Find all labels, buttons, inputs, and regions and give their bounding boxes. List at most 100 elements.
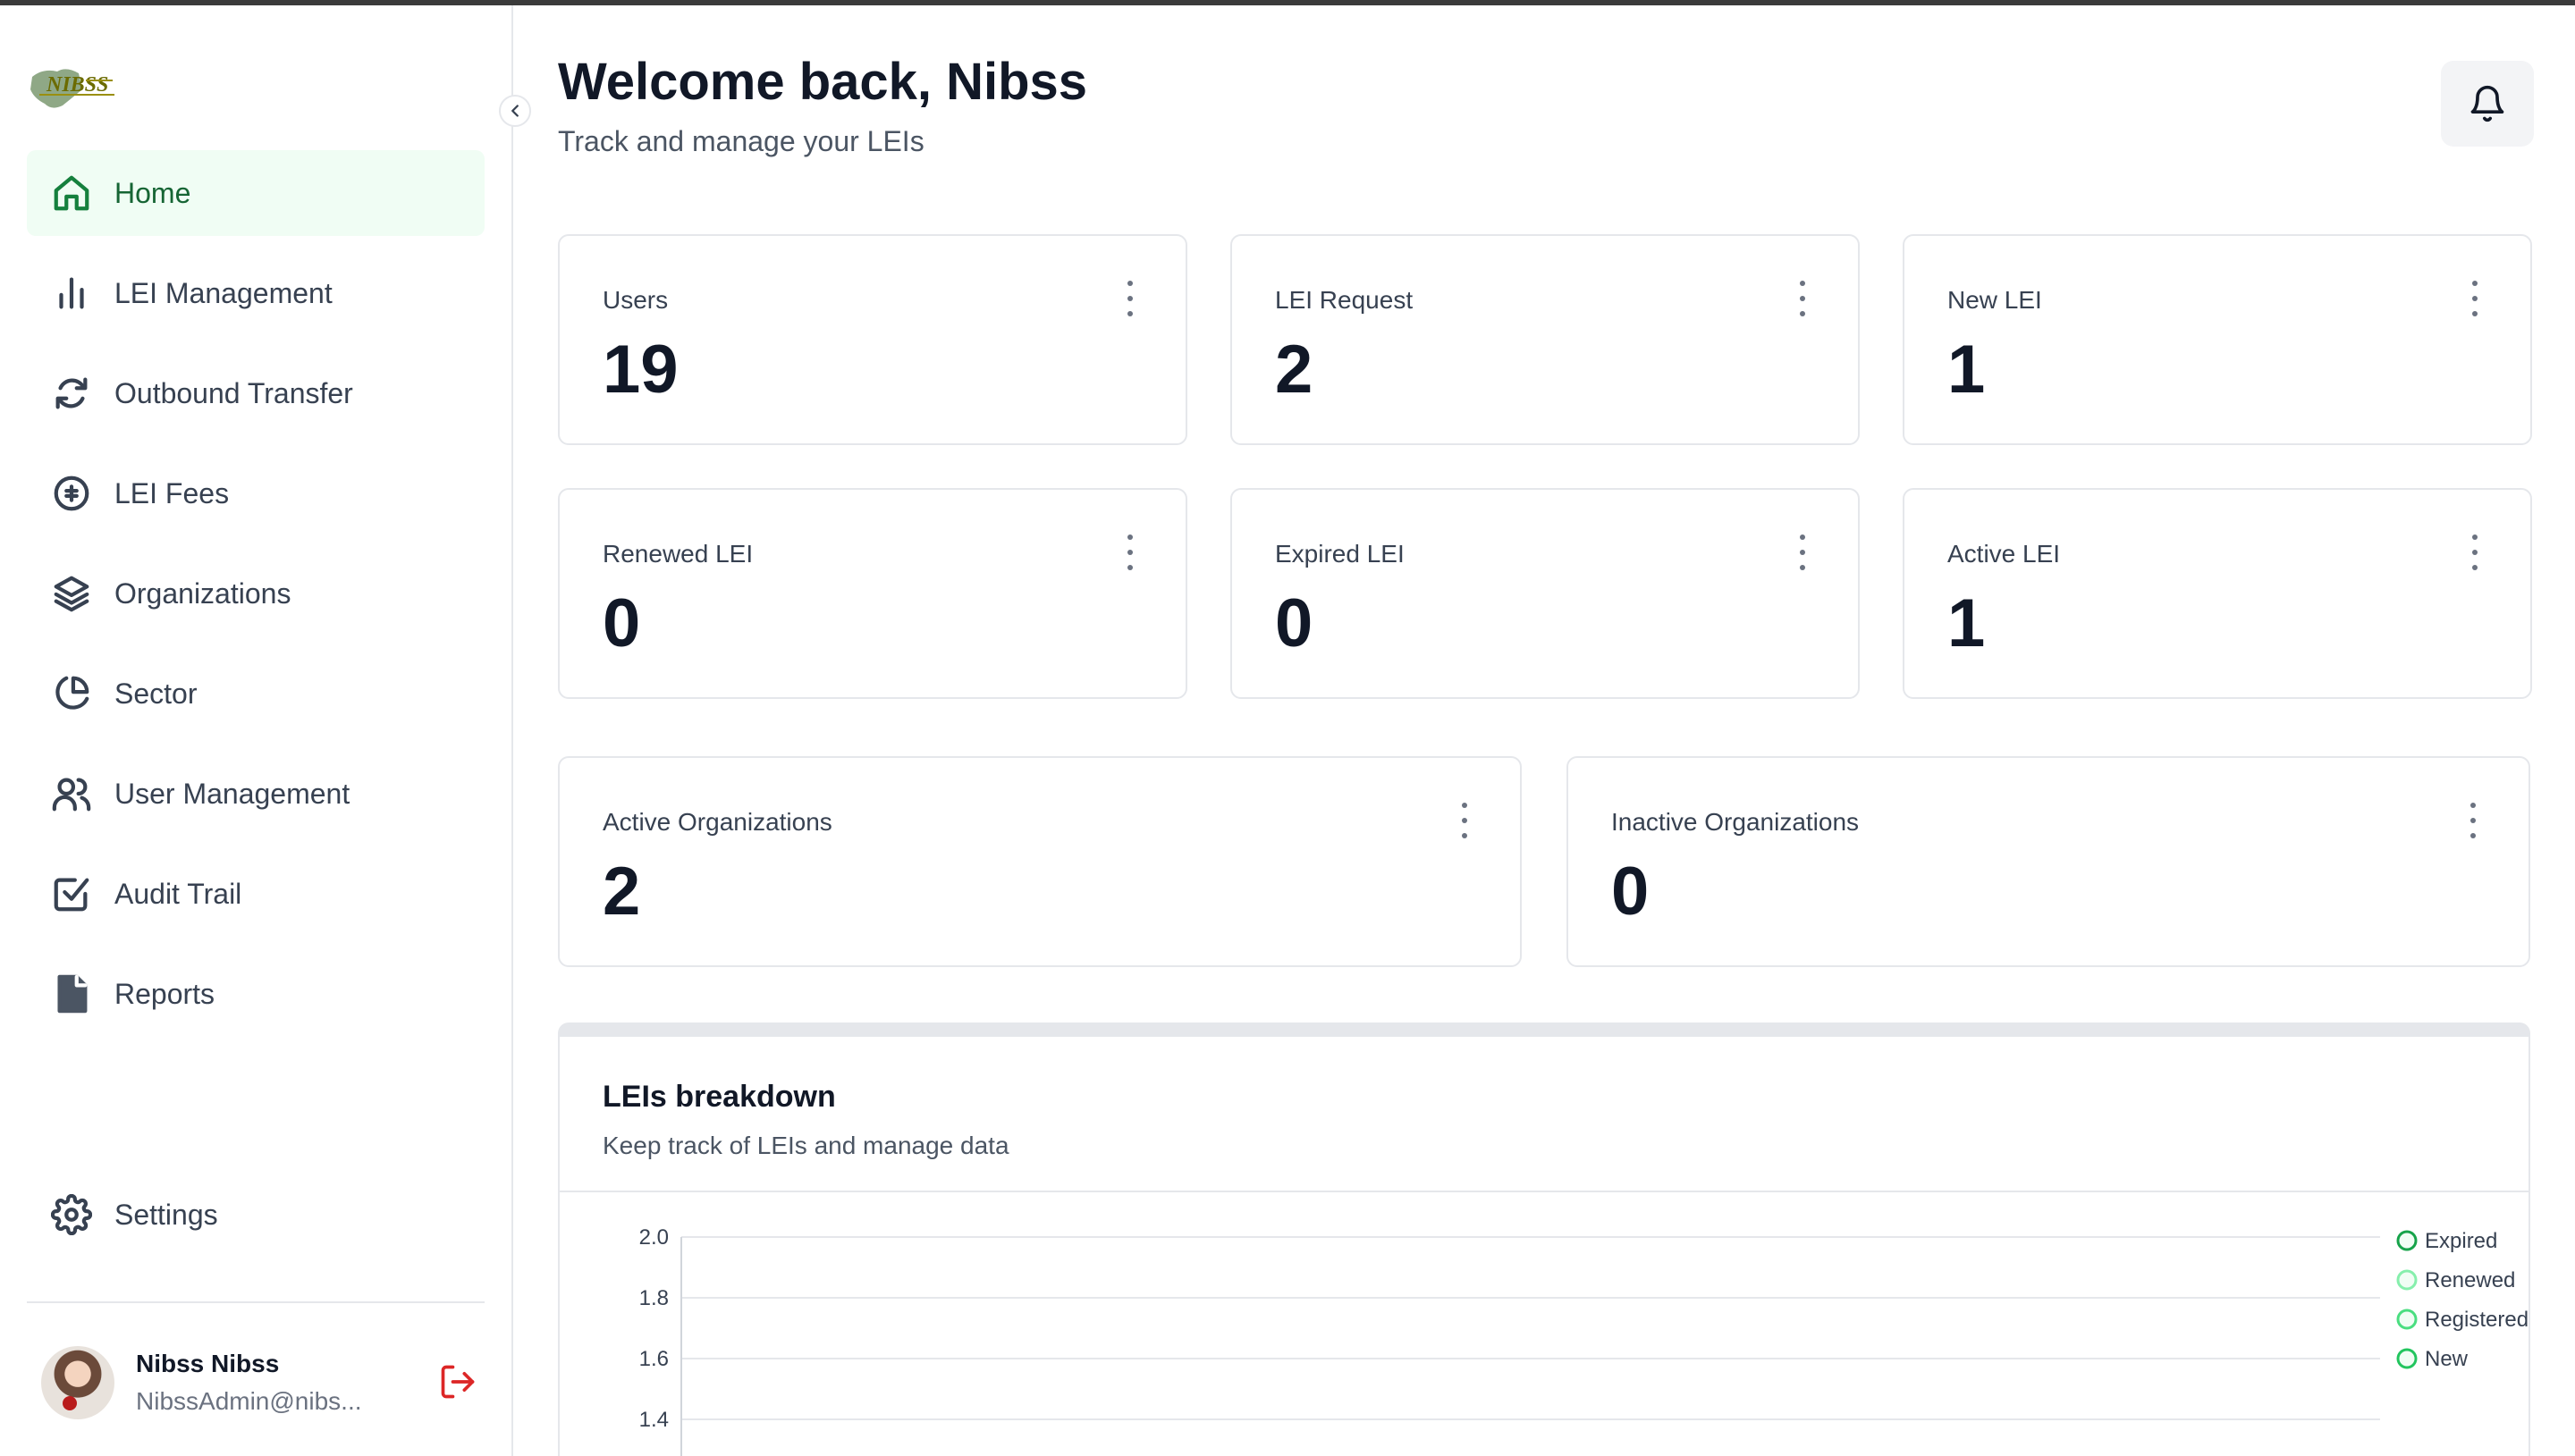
- chart-y-tick-label: 1.4: [639, 1408, 669, 1432]
- sidebar-settings: Settings: [27, 1172, 485, 1272]
- chart-legend-marker: [2396, 1309, 2418, 1330]
- chart-legend-item[interactable]: Registered: [2396, 1308, 2529, 1332]
- sidebar-item-label: Sector: [114, 677, 198, 710]
- stat-card: New LEI 1: [1903, 234, 2532, 445]
- nibss-logo[interactable]: NIBSS: [27, 59, 116, 116]
- logout-icon: [441, 1365, 475, 1399]
- sidebar-item-label: LEI Fees: [114, 476, 230, 509]
- chart-legend-label: Expired: [2425, 1229, 2497, 1253]
- sidebar-item-label: Outbound Transfer: [114, 376, 353, 409]
- chart-legend-label: Registered: [2425, 1308, 2529, 1332]
- stat-value: 19: [603, 332, 679, 408]
- sidebar-item-user-management[interactable]: User Management: [27, 751, 485, 837]
- stat-card: LEI Request 2: [1230, 234, 1860, 445]
- refresh-icon: [50, 372, 93, 415]
- chart-y-tick-label: 1.8: [639, 1286, 669, 1310]
- chart-legend-label: Renewed: [2425, 1268, 2515, 1292]
- leis-breakdown-chart: 2.0 1.8 1.6 1.4 Expired Renewed Registered New: [639, 1225, 2529, 1456]
- sidebar-item-lei-fees[interactable]: LEI Fees: [27, 450, 485, 536]
- file-icon: [50, 972, 93, 1015]
- stat-card: Renewed LEI 0: [558, 488, 1187, 699]
- notifications-button[interactable]: [2441, 61, 2534, 147]
- chart-legend-marker: [2396, 1348, 2418, 1369]
- more-options-icon[interactable]: [2469, 281, 2480, 316]
- sidebar-item-settings[interactable]: Settings: [27, 1172, 485, 1258]
- stat-card: Active Organizations 2: [558, 756, 1522, 967]
- stat-value: 2: [603, 854, 641, 930]
- user-email: NibssAdmin@nibs...: [136, 1387, 362, 1415]
- stat-label: Active LEI: [1947, 540, 2061, 568]
- sidebar-item-label: Reports: [114, 977, 215, 1010]
- more-options-icon[interactable]: [2469, 534, 2480, 570]
- user-name: Nibss Nibss: [136, 1350, 280, 1377]
- stat-label: New LEI: [1947, 286, 2042, 314]
- breakdown-subtitle: Keep track of LEIs and manage data: [603, 1132, 1009, 1159]
- chart-y-tick-label: 1.6: [639, 1347, 669, 1371]
- logout-button[interactable]: [438, 1362, 477, 1401]
- pie-chart-icon: [50, 672, 93, 715]
- stat-card: Active LEI 1: [1903, 488, 2532, 699]
- page-subtitle: Track and manage your LEIs: [558, 125, 924, 157]
- stat-value: 2: [1275, 332, 1313, 408]
- chart-y-tick-label: 2.0: [639, 1225, 669, 1250]
- stat-label: Inactive Organizations: [1611, 808, 1860, 836]
- sidebar-item-sector[interactable]: Sector: [27, 651, 485, 736]
- sidebar-item-reports[interactable]: Reports: [27, 951, 485, 1037]
- stat-value: 1: [1947, 332, 1986, 408]
- stat-value: 0: [1611, 854, 1650, 930]
- sidebar-item-lei-management[interactable]: LEI Management: [27, 250, 485, 336]
- sidebar-divider: [27, 1301, 485, 1303]
- chevron-left-icon: [511, 105, 519, 117]
- gear-icon: [50, 1193, 93, 1236]
- sidebar-item-label: Home: [114, 176, 191, 209]
- more-options-icon[interactable]: [1797, 534, 1808, 570]
- sidebar-item-audit-trail[interactable]: Audit Trail: [27, 851, 485, 937]
- more-options-icon[interactable]: [1797, 281, 1808, 316]
- more-options-icon[interactable]: [1459, 803, 1470, 838]
- breakdown-title: LEIs breakdown: [603, 1080, 836, 1114]
- more-options-icon[interactable]: [1125, 281, 1136, 316]
- sidebar-item-organizations[interactable]: Organizations: [27, 551, 485, 636]
- svg-text:NIBSS: NIBSS: [46, 73, 108, 97]
- stat-card: Users 19: [558, 234, 1187, 445]
- stat-label: Users: [603, 286, 669, 314]
- leis-breakdown-panel: LEIs breakdown Keep track of LEIs and ma…: [558, 1023, 2530, 1456]
- stat-value: 1: [1947, 585, 1986, 661]
- layers-icon: [50, 572, 93, 615]
- collapse-sidebar-button[interactable]: [499, 95, 531, 127]
- stat-value: 0: [1275, 585, 1313, 661]
- stat-label: Renewed LEI: [603, 540, 754, 568]
- chart-legend-marker: [2396, 1269, 2418, 1291]
- user-profile[interactable]: Nibss Nibss NibssAdmin@nibs...: [41, 1342, 479, 1423]
- sidebar-item-outbound-transfer[interactable]: Outbound Transfer: [27, 350, 485, 436]
- sidebar-item-label: Audit Trail: [114, 877, 242, 910]
- chart-legend-item[interactable]: Expired: [2396, 1229, 2497, 1253]
- page-title: Welcome back, Nibss: [558, 53, 1088, 111]
- bar-chart-icon: [50, 272, 93, 315]
- more-options-icon[interactable]: [1125, 534, 1136, 570]
- chart-legend-item[interactable]: New: [2396, 1347, 2469, 1371]
- sidebar-item-home[interactable]: Home: [27, 150, 485, 236]
- sidebar-item-label: Organizations: [114, 577, 291, 610]
- stat-card: Expired LEI 0: [1230, 488, 1860, 699]
- main-content: Welcome back, Nibss Track and manage you…: [515, 5, 2575, 1456]
- stat-label: LEI Request: [1275, 286, 1414, 314]
- users-icon: [50, 772, 93, 815]
- sidebar-item-label: Settings: [114, 1198, 218, 1231]
- chart-legend-marker: [2396, 1230, 2418, 1251]
- stat-label: Active Organizations: [603, 808, 832, 836]
- coin-icon: [50, 472, 93, 515]
- home-icon: [50, 172, 93, 215]
- stat-value: 0: [603, 585, 641, 661]
- avatar[interactable]: [41, 1346, 114, 1419]
- stat-label: Expired LEI: [1275, 540, 1405, 568]
- sidebar-item-label: LEI Management: [114, 276, 333, 309]
- chart-legend-label: New: [2425, 1347, 2469, 1371]
- sidebar-item-label: User Management: [114, 777, 350, 810]
- check-square-icon: [50, 872, 93, 915]
- bell-icon: [2470, 85, 2504, 122]
- chart-legend-item[interactable]: Renewed: [2396, 1268, 2515, 1292]
- more-options-icon[interactable]: [2468, 803, 2478, 838]
- sidebar: NIBSS Home LEI Management Outbound Transfe…: [0, 5, 513, 1456]
- sidebar-nav: Home LEI Management Outbound Transfer LEI F…: [27, 150, 485, 1051]
